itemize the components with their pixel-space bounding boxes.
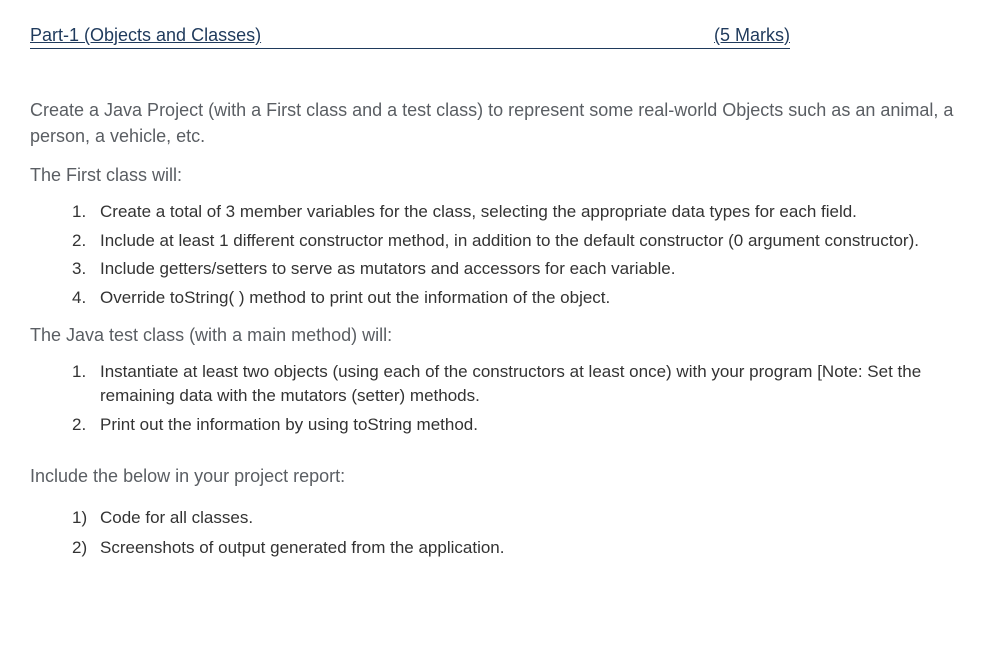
document-header: Part-1 (Objects and Classes) (5 Marks) bbox=[30, 25, 790, 49]
intro-paragraph: Create a Java Project (with a First clas… bbox=[30, 97, 955, 149]
list-item: Include getters/setters to serve as muta… bbox=[100, 257, 955, 282]
test-class-heading: The Java test class (with a main method)… bbox=[30, 325, 955, 346]
report-list: Code for all classes. Screenshots of out… bbox=[30, 505, 955, 562]
test-class-list: Instantiate at least two objects (using … bbox=[30, 360, 955, 438]
list-item: Code for all classes. bbox=[100, 505, 955, 531]
list-item: Include at least 1 different constructor… bbox=[100, 229, 955, 254]
list-item: Create a total of 3 member variables for… bbox=[100, 200, 955, 225]
part-title: Part-1 (Objects and Classes) bbox=[30, 25, 261, 46]
list-item: Screenshots of output generated from the… bbox=[100, 535, 955, 561]
list-item: Instantiate at least two objects (using … bbox=[100, 360, 955, 409]
marks-label: (5 Marks) bbox=[714, 25, 790, 46]
first-class-list: Create a total of 3 member variables for… bbox=[30, 200, 955, 311]
report-heading: Include the below in your project report… bbox=[30, 466, 955, 487]
list-item: Print out the information by using toStr… bbox=[100, 413, 955, 438]
list-item: Override toString( ) method to print out… bbox=[100, 286, 955, 311]
first-class-heading: The First class will: bbox=[30, 165, 955, 186]
